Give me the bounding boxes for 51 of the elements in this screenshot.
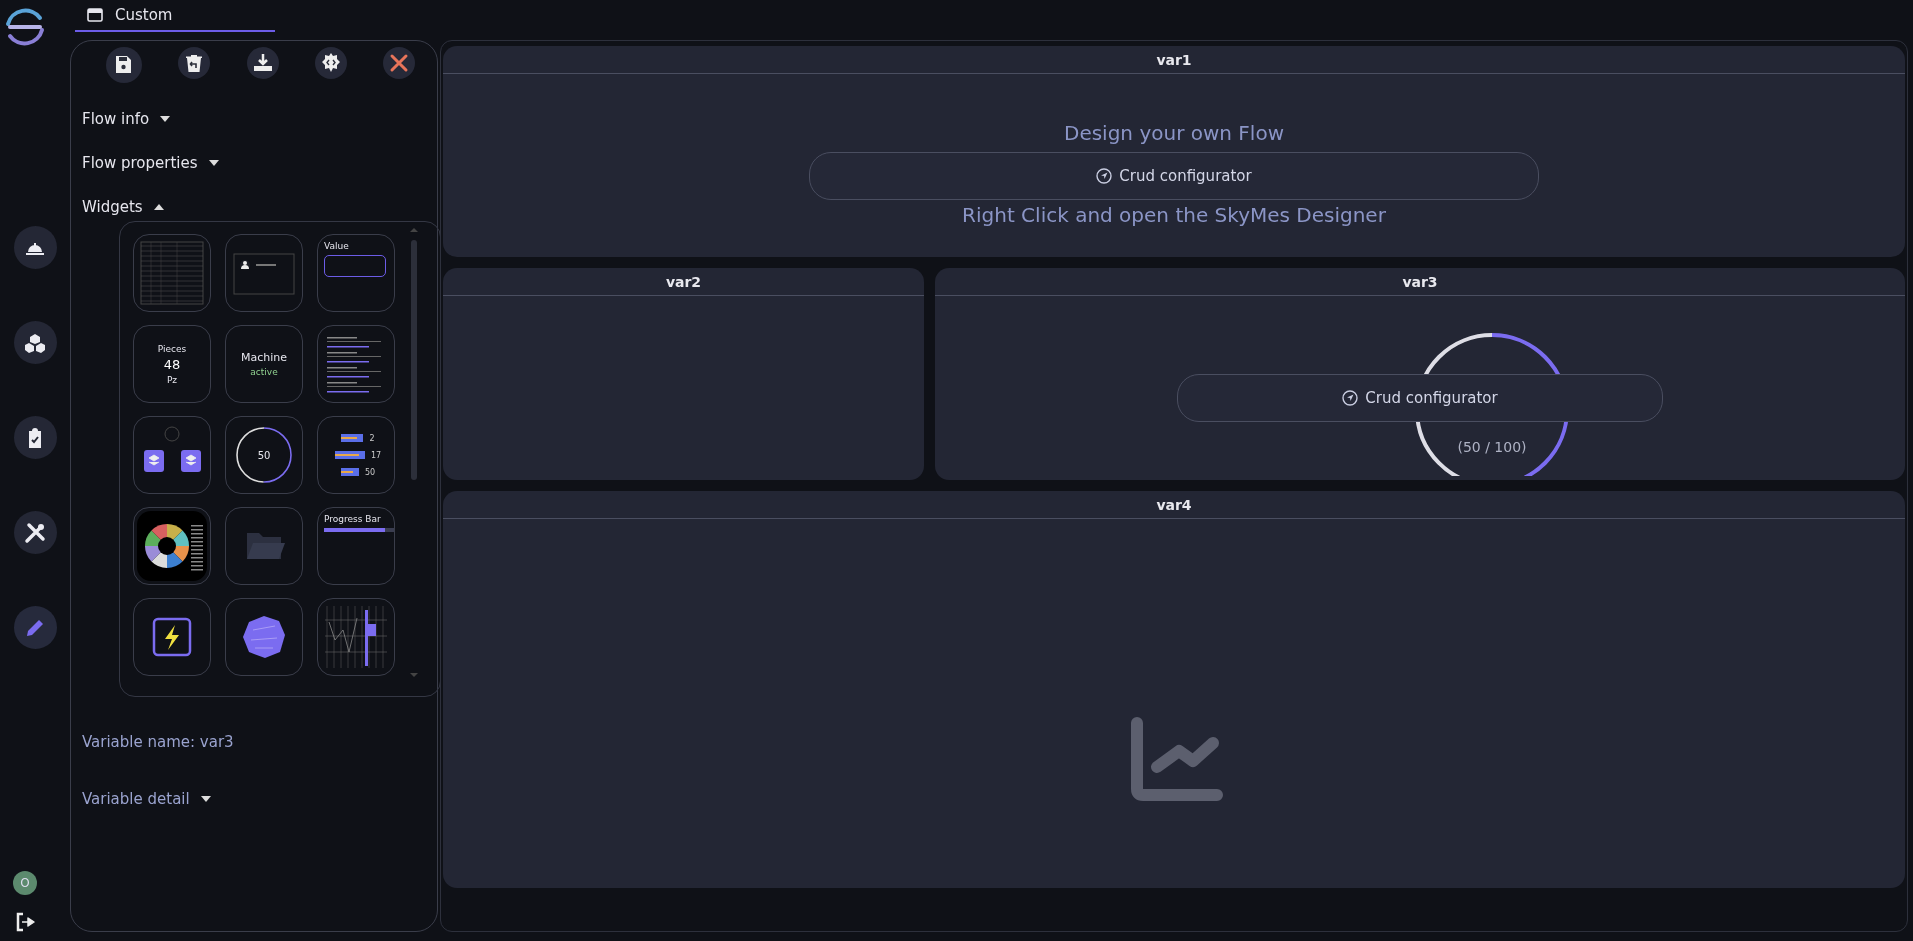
card-title: var2	[443, 268, 924, 296]
save-button[interactable]	[106, 47, 142, 83]
gauge-reading: (50 / 100)	[1457, 439, 1527, 455]
crud-configurator-button[interactable]: Crud configurator	[1177, 374, 1663, 422]
line-chart-icon	[1128, 717, 1225, 803]
section-header[interactable]: Flow info	[81, 97, 171, 141]
widget-tile[interactable]: Pieces 48 Pz	[133, 325, 211, 403]
card-title: var4	[443, 491, 1905, 519]
crud-configurator-button[interactable]: Crud configurator	[809, 152, 1539, 200]
nav-button[interactable]	[13, 321, 57, 364]
input-field	[324, 255, 386, 277]
caret-down-icon	[208, 160, 219, 166]
card-title: var3	[935, 268, 1905, 296]
caret-up-icon	[153, 204, 164, 210]
widget-tile[interactable]	[225, 507, 303, 585]
section-header[interactable]: Variable detail	[81, 777, 211, 821]
widget-tile[interactable]: Progress Bar	[317, 507, 395, 585]
widget-tile[interactable]	[133, 416, 211, 494]
nav-button[interactable]	[13, 226, 57, 269]
table-drawing	[137, 238, 207, 308]
widget-tile[interactable]: Machine active	[225, 325, 303, 403]
caret-down-icon	[200, 796, 211, 802]
section-header[interactable]: Flow properties	[81, 141, 219, 185]
nav-button[interactable]	[13, 511, 57, 554]
widget-tile[interactable]	[317, 325, 395, 403]
widget-tile[interactable]	[133, 598, 211, 676]
tab[interactable]: Custom	[75, 0, 275, 32]
widget-tile[interactable]	[133, 234, 211, 312]
widget-tile[interactable]: 50	[225, 416, 303, 494]
nav-button[interactable]	[13, 416, 57, 459]
widget-tile[interactable]	[225, 598, 303, 676]
variable-name: Variable name: var3	[81, 733, 235, 753]
logout-icon[interactable]	[14, 911, 36, 933]
settings-button[interactable]	[314, 47, 347, 79]
download-button[interactable]	[246, 47, 279, 79]
widget-tile[interactable]	[225, 234, 303, 312]
card-title: var1	[443, 46, 1905, 74]
widget-tile[interactable]	[317, 598, 395, 676]
hint-text: Design your own Flow	[1064, 120, 1284, 146]
widget-tile[interactable]: 2 17 50	[317, 416, 395, 494]
donut-chart-drawing	[137, 511, 207, 581]
hint-text: Right Click and open the SkyMes Designer	[962, 202, 1386, 228]
widget-tile[interactable]: Value	[317, 234, 395, 312]
restore-button[interactable]	[178, 47, 211, 79]
navigation-icon	[1096, 168, 1113, 184]
widget-tile[interactable]	[133, 507, 211, 585]
navigation-icon	[1342, 390, 1359, 406]
window-icon	[87, 8, 103, 22]
caret-down-icon	[160, 116, 171, 122]
close-button[interactable]	[383, 47, 415, 79]
section-header[interactable]: Widgets	[81, 185, 164, 229]
